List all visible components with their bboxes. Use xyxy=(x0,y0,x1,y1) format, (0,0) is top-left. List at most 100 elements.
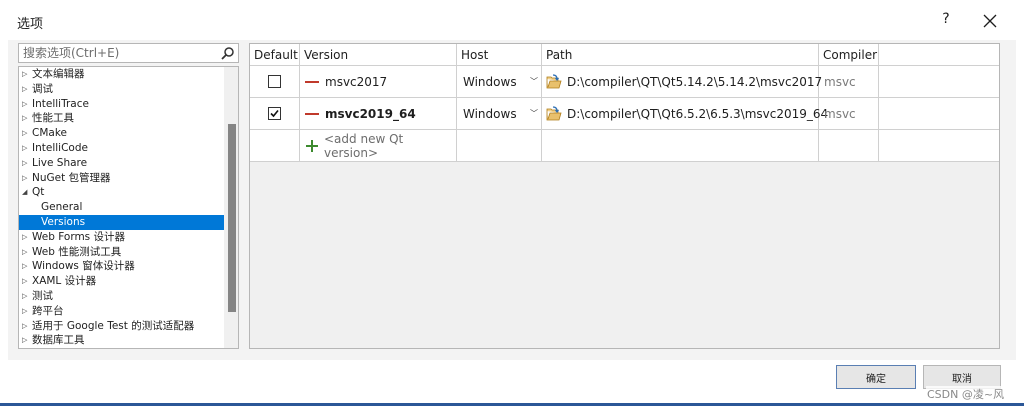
tree-item[interactable]: ▷ 性能工具 xyxy=(19,111,225,126)
tree-item[interactable]: ▷ XAML 设计器 xyxy=(19,274,225,289)
tree-item[interactable]: ▷ 跨平台 xyxy=(19,304,225,319)
tree-item-label: Web 性能测试工具 xyxy=(32,245,122,258)
compiler-cell: msvc xyxy=(819,98,879,129)
tree-item[interactable]: ▷ Live Share xyxy=(19,156,225,171)
header-path[interactable]: Path xyxy=(542,44,819,66)
version-marker-icon xyxy=(305,80,319,83)
tree-item-label: Windows 窗体设计器 xyxy=(32,260,135,273)
header-host[interactable]: Host xyxy=(457,44,542,66)
expand-arrow-icon[interactable]: ▷ xyxy=(22,333,30,348)
expand-arrow-icon[interactable]: ▷ xyxy=(22,141,30,156)
compiler-value: msvc xyxy=(824,106,856,121)
watermark-text: CSDN @凌~风 xyxy=(926,386,1006,402)
tree-scrollbar[interactable] xyxy=(224,67,238,348)
compiler-cell xyxy=(819,130,879,161)
expand-arrow-icon[interactable]: ▷ xyxy=(22,111,30,126)
folder-open-icon xyxy=(546,105,562,120)
expand-arrow-icon[interactable]: ▷ xyxy=(22,171,30,186)
tree-item[interactable]: General xyxy=(19,200,225,215)
add-version-row[interactable]: <add new Qt version> xyxy=(250,130,999,162)
tree-item[interactable]: ◢ Qt xyxy=(19,185,225,200)
tree-list: ▷ 文本编辑器 ▷ 调试 ▷ IntelliTrace ▷ 性能工具 ▷ CMake ▷ Intell… xyxy=(19,67,225,348)
expand-arrow-icon[interactable]: ▷ xyxy=(22,319,30,334)
chevron-down-icon: ﹀ xyxy=(530,77,538,86)
tree-item[interactable]: ▷ 调试 xyxy=(19,82,225,97)
expand-arrow-icon[interactable]: ▷ xyxy=(22,156,30,171)
expand-arrow-icon[interactable]: ▷ xyxy=(22,67,30,82)
checkmark-icon xyxy=(270,109,279,118)
tree-item[interactable]: ▷ IntelliCode xyxy=(19,141,225,156)
header-default[interactable]: Default xyxy=(250,44,300,66)
compiler-cell: msvc xyxy=(819,66,879,97)
tree-item-label: Live Share xyxy=(32,156,88,169)
tree-item-label: NuGet 包管理器 xyxy=(32,171,111,184)
options-tree[interactable]: ▷ 文本编辑器 ▷ 调试 ▷ IntelliTrace ▷ 性能工具 ▷ CMake ▷ Intell… xyxy=(18,66,239,349)
header-version[interactable]: Version xyxy=(300,44,457,66)
tree-item-label: IntelliCode xyxy=(32,141,88,154)
default-checkbox[interactable] xyxy=(268,75,281,88)
path-cell[interactable]: D:\compiler\QT\Qt5.14.2\5.14.2\msvc2017 xyxy=(542,66,822,97)
tree-item-label: 测试 xyxy=(32,289,53,302)
compiler-value: msvc xyxy=(824,74,856,89)
tree-item[interactable]: ▷ 测试 xyxy=(19,289,225,304)
default-checkbox[interactable] xyxy=(268,107,281,120)
tree-item[interactable]: ▷ 文本编辑器 xyxy=(19,67,225,82)
version-marker-icon xyxy=(305,112,319,115)
close-icon[interactable] xyxy=(978,9,1002,33)
tree-item[interactable]: ▷ Web Forms 设计器 xyxy=(19,230,225,245)
table-row[interactable]: msvc2019_64 Windows ﹀ D:\compiler\QT\Qt6… xyxy=(250,98,999,130)
tree-item[interactable]: ▷ Windows 窗体设计器 xyxy=(19,259,225,274)
window-title: 选项 xyxy=(17,17,44,32)
path-cell[interactable]: D:\compiler\QT\Qt6.5.2\6.5.3\msvc2019_64 xyxy=(542,98,828,129)
expand-arrow-icon[interactable]: ▷ xyxy=(22,304,30,319)
chevron-down-icon: ﹀ xyxy=(530,109,538,118)
expand-arrow-icon[interactable]: ▷ xyxy=(22,289,30,304)
host-value: Windows xyxy=(463,74,517,89)
tree-item[interactable]: ▷ 适用于 Google Test 的测试适配器 xyxy=(19,319,225,334)
scroll-thumb[interactable] xyxy=(228,124,236,312)
default-cell xyxy=(250,130,300,161)
tree-item[interactable]: ▷ IntelliTrace xyxy=(19,97,225,112)
ok-button[interactable]: 确定 xyxy=(836,365,916,389)
expand-arrow-icon[interactable]: ▷ xyxy=(22,274,30,289)
version-cell[interactable]: msvc2019_64 xyxy=(300,98,457,129)
expand-arrow-icon[interactable]: ▷ xyxy=(22,259,30,274)
tree-item-label: Qt xyxy=(32,186,45,199)
path-value: D:\compiler\QT\Qt6.5.2\6.5.3\msvc2019_64 xyxy=(567,106,829,121)
expand-arrow-icon[interactable]: ▷ xyxy=(22,230,30,245)
tree-item[interactable]: ▷ NuGet 包管理器 xyxy=(19,171,225,186)
search-input[interactable] xyxy=(23,45,213,61)
collapse-arrow-icon[interactable]: ◢ xyxy=(22,185,30,200)
title-bar: 选项 ? xyxy=(0,0,1024,40)
tree-item[interactable]: ▷ CMake xyxy=(19,126,225,141)
tree-item[interactable]: Versions xyxy=(19,214,225,230)
tree-item[interactable]: ▷ Web 性能测试工具 xyxy=(19,245,225,260)
host-value: Windows xyxy=(463,106,517,121)
qt-versions-grid: Default Version Host Path Compiler msvc2… xyxy=(249,43,1000,349)
tree-item-label: IntelliTrace xyxy=(32,97,89,110)
search-box[interactable] xyxy=(18,43,239,63)
default-cell xyxy=(250,98,300,129)
expand-arrow-icon[interactable]: ▷ xyxy=(22,97,30,112)
folder-open-icon xyxy=(546,73,562,88)
version-name: msvc2017 xyxy=(325,74,388,89)
table-row[interactable]: msvc2017 Windows ﹀ D:\compiler\QT\Qt5.14… xyxy=(250,66,999,98)
plus-icon xyxy=(306,139,318,152)
expand-arrow-icon[interactable]: ▷ xyxy=(22,245,30,260)
help-button[interactable]: ? xyxy=(938,11,954,31)
header-filler xyxy=(879,44,999,66)
tree-item[interactable]: ▷ 数据库工具 xyxy=(19,333,225,348)
default-cell xyxy=(250,66,300,97)
add-version-button[interactable]: <add new Qt version> xyxy=(300,130,457,161)
host-select[interactable]: Windows ﹀ xyxy=(457,98,542,129)
tree-item-label: 数据库工具 xyxy=(32,334,85,347)
tree-item-label: XAML 设计器 xyxy=(32,275,97,288)
header-compiler[interactable]: Compiler xyxy=(819,44,879,66)
host-select[interactable]: Windows ﹀ xyxy=(457,66,542,97)
expand-arrow-icon[interactable]: ▷ xyxy=(22,126,30,141)
tree-item-label: CMake xyxy=(32,127,67,140)
version-cell[interactable]: msvc2017 xyxy=(300,66,457,97)
expand-arrow-icon[interactable]: ▷ xyxy=(22,82,30,97)
search-icon xyxy=(221,47,234,60)
tree-item-label: 调试 xyxy=(32,82,53,95)
